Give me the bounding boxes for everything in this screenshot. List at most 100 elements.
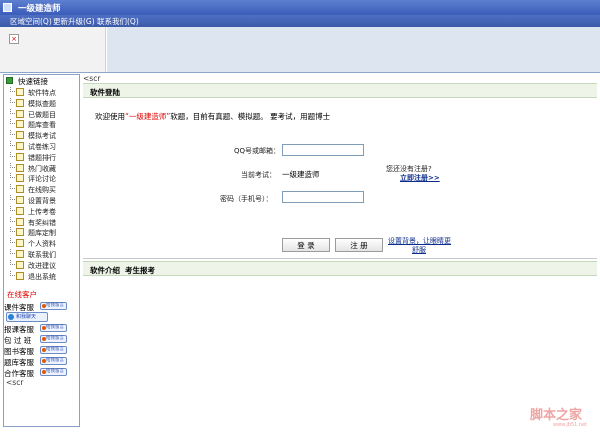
login-button[interactable]: 登 录 bbox=[282, 238, 330, 252]
header-area: × bbox=[0, 27, 600, 72]
sidebar-item-label: 上传考卷 bbox=[28, 207, 56, 216]
main-tail-text: <scr bbox=[83, 74, 101, 83]
login-section-bar: 软件登陆 bbox=[83, 83, 597, 98]
watermark-url: www.jb51.net bbox=[553, 422, 588, 428]
sidebar-item[interactable]: 有奖纠错 bbox=[4, 216, 79, 227]
tree-branch-line bbox=[10, 238, 15, 244]
sidebar-item-label: 模拟考试 bbox=[28, 132, 56, 141]
qq-message-button[interactable]: 给我留言 bbox=[40, 368, 67, 376]
menu-item-region[interactable]: 区域空间(Q) bbox=[10, 16, 52, 27]
tree-branch-line bbox=[10, 141, 15, 146]
sidebar-root-label: 快速链接 bbox=[18, 77, 48, 86]
sidebar-item[interactable]: 改进建议 bbox=[4, 259, 79, 270]
document-icon bbox=[16, 88, 24, 96]
sidebar-item[interactable]: 在线购买 bbox=[4, 184, 79, 194]
menu-item-contact[interactable]: 联系我们(Q) bbox=[97, 16, 139, 27]
tree-branch-line bbox=[10, 108, 15, 114]
header-separator bbox=[0, 72, 600, 73]
document-icon bbox=[16, 239, 24, 248]
sidebar-item[interactable]: 评论讨论 bbox=[4, 173, 79, 183]
sidebar-item[interactable]: 已做题目 bbox=[4, 108, 79, 119]
sidebar-item[interactable]: 题库查看 bbox=[4, 119, 79, 129]
app-icon bbox=[3, 3, 12, 12]
header-left-panel: × bbox=[0, 27, 106, 72]
document-icon bbox=[16, 163, 24, 172]
sidebar-item-label: 软件特点 bbox=[28, 89, 56, 97]
qq-message-button[interactable]: 给我留言 bbox=[40, 335, 67, 343]
document-icon bbox=[16, 185, 24, 194]
sidebar-item-label: 退出系统 bbox=[28, 272, 56, 281]
service-row: 课件客服 给我留言 bbox=[4, 301, 79, 312]
register-link[interactable]: 立即注册>> bbox=[400, 173, 440, 183]
folder-icon bbox=[6, 77, 13, 84]
background-setting-link-2[interactable]: 舒服 bbox=[412, 245, 426, 255]
sidebar-item-label: 模拟查题 bbox=[28, 99, 56, 108]
menu-item-update[interactable]: 更新升级(G) bbox=[53, 16, 95, 27]
qq-message-button[interactable]: 给我留言 bbox=[40, 324, 67, 332]
service-row: 报课客服 给我留言 bbox=[4, 323, 79, 334]
exam-label: 当前考试： bbox=[241, 171, 276, 179]
qq-chat-button[interactable]: 和我聊天 bbox=[6, 312, 48, 322]
sidebar-tree-root[interactable]: 快速链接 bbox=[6, 76, 79, 86]
welcome-product: “一级建造师” bbox=[125, 112, 171, 121]
service-row: 题库客服 给我留言 bbox=[4, 356, 79, 367]
sidebar-item[interactable]: 联系我们 bbox=[4, 249, 79, 259]
content-divider bbox=[83, 258, 597, 259]
tab-exam-registration[interactable]: 考生报考 bbox=[125, 265, 155, 276]
tree-branch-line bbox=[10, 270, 15, 276]
tree-branch-line bbox=[10, 162, 15, 168]
sidebar-item-label: 联系我们 bbox=[28, 251, 56, 259]
sidebar-item-label: 设置背景 bbox=[28, 197, 56, 205]
bottom-tab-bar: 软件介绍 考生报考 bbox=[83, 261, 597, 276]
document-icon bbox=[16, 98, 24, 107]
document-icon bbox=[16, 196, 24, 204]
sidebar-item[interactable]: 退出系统 bbox=[4, 270, 79, 281]
tree-branch-line bbox=[10, 184, 15, 190]
document-icon bbox=[16, 152, 24, 161]
service-row: 包 过 班给我留言 bbox=[4, 334, 79, 345]
tree-branch-line bbox=[10, 151, 15, 157]
title-bar: 一级建造师 bbox=[0, 0, 600, 15]
qq-label: QQ号或邮箱： bbox=[234, 147, 281, 155]
broken-image-icon: × bbox=[9, 34, 19, 44]
qq-message-button[interactable]: 给我留言 bbox=[40, 302, 67, 310]
document-icon bbox=[16, 109, 24, 118]
qq-message-button[interactable]: 给我留言 bbox=[40, 346, 67, 354]
document-icon bbox=[16, 228, 24, 237]
sidebar-item[interactable]: 错题排行 bbox=[4, 151, 79, 162]
password-input[interactable] bbox=[282, 191, 364, 203]
sidebar-item[interactable]: 题库定制 bbox=[4, 227, 79, 238]
tree-branch-line bbox=[10, 119, 15, 125]
welcome-prefix: 欢迎使用 bbox=[95, 112, 125, 121]
tab-software-intro[interactable]: 软件介绍 bbox=[90, 265, 120, 276]
login-section-title: 软件登陆 bbox=[90, 88, 120, 97]
document-icon bbox=[16, 142, 24, 150]
sidebar-item[interactable]: 设置背景 bbox=[4, 195, 79, 205]
sidebar-item[interactable]: 试卷练习 bbox=[4, 141, 79, 151]
sidebar-item[interactable]: 个人资料 bbox=[4, 238, 79, 249]
tree-branch-line bbox=[10, 249, 15, 254]
tree-branch-line bbox=[10, 97, 15, 103]
document-icon bbox=[16, 120, 24, 129]
tree-branch-line bbox=[10, 205, 15, 211]
document-icon bbox=[16, 131, 24, 140]
sidebar-item-label: 热门收藏 bbox=[28, 164, 56, 173]
sidebar-item[interactable]: 上传考卷 bbox=[4, 205, 79, 216]
sidebar-item[interactable]: 模拟考试 bbox=[4, 130, 79, 141]
qq-input[interactable] bbox=[282, 144, 364, 156]
sidebar-item[interactable]: 模拟查题 bbox=[4, 97, 79, 108]
sidebar-item-label: 个人资料 bbox=[28, 240, 56, 249]
sidebar-item-label: 题库定制 bbox=[28, 229, 56, 238]
document-icon bbox=[16, 271, 24, 280]
tree-branch-line bbox=[10, 87, 15, 92]
sidebar-item[interactable]: 热门收藏 bbox=[4, 162, 79, 173]
tree-branch-line bbox=[10, 173, 15, 179]
service-row: 合作客服 给我留言 bbox=[4, 367, 79, 378]
qq-message-button[interactable]: 给我留言 bbox=[40, 357, 67, 365]
window-title: 一级建造师 bbox=[18, 4, 61, 14]
sidebar-item[interactable]: 软件特点 bbox=[4, 87, 79, 97]
header-banner bbox=[107, 27, 600, 72]
document-icon bbox=[16, 174, 24, 183]
online-service-title: 在线客户 bbox=[7, 290, 37, 299]
register-button[interactable]: 注 册 bbox=[335, 238, 383, 252]
